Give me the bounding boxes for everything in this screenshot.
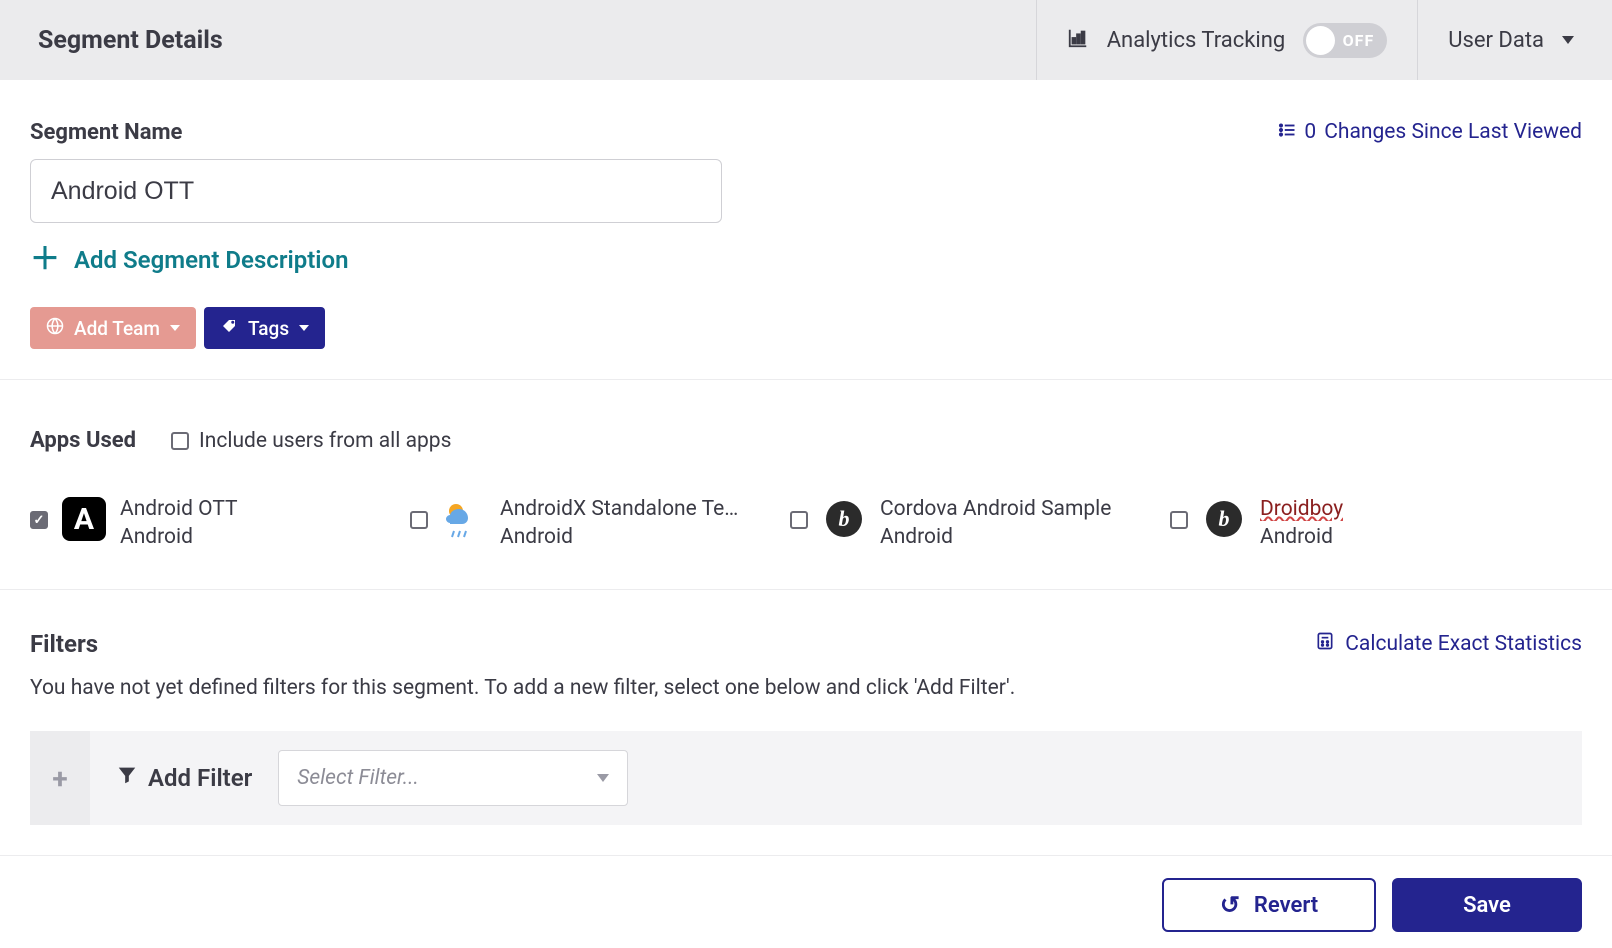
- changes-link[interactable]: 0 Changes Since Last Viewed: [1278, 120, 1582, 144]
- caret-down-icon: [597, 774, 609, 782]
- apps-title: Apps Used: [30, 428, 136, 453]
- tags-label: Tags: [248, 317, 289, 340]
- checkbox-icon: [410, 511, 428, 529]
- include-all-checkbox[interactable]: Include users from all apps: [171, 429, 451, 453]
- topbar: Segment Details Analytics Tracking OFF U…: [0, 0, 1612, 80]
- calculator-icon: [1315, 631, 1335, 657]
- filter-select[interactable]: Select Filter...: [278, 750, 628, 806]
- footer: ↺ Revert Save: [0, 856, 1612, 932]
- app-icon: [442, 497, 486, 541]
- add-filter-label: Add Filter: [116, 764, 252, 792]
- segment-name-section: Segment Name 0 Changes Since Last Viewed…: [0, 80, 1612, 380]
- app-name: Cordova Android Sample: [880, 497, 1111, 521]
- app-platform: Android: [880, 525, 1111, 549]
- user-data-label: User Data: [1448, 28, 1544, 53]
- include-all-label: Include users from all apps: [199, 429, 451, 453]
- tag-icon: [220, 317, 238, 340]
- globe-icon: [46, 317, 64, 340]
- app-item[interactable]: AndroidX Standalone Te… Android: [410, 497, 780, 549]
- chevron-down-icon: [1562, 36, 1574, 44]
- checkbox-icon: [790, 511, 808, 529]
- add-filter-plus-button[interactable]: +: [30, 731, 90, 825]
- svg-text:b: b: [1219, 506, 1230, 531]
- app-name: Droidboy: [1260, 497, 1343, 521]
- svg-text:b: b: [839, 506, 850, 531]
- add-team-label: Add Team: [74, 317, 160, 340]
- page-title: Segment Details: [38, 26, 223, 55]
- checkbox-icon: [171, 432, 189, 450]
- revert-label: Revert: [1254, 893, 1318, 918]
- calculate-stats-label: Calculate Exact Statistics: [1345, 632, 1582, 656]
- apps-section: Apps Used Include users from all apps A …: [0, 380, 1612, 590]
- caret-down-icon: [170, 325, 180, 331]
- analytics-toggle-group: Analytics Tracking OFF: [1036, 0, 1418, 80]
- app-icon: b: [822, 497, 866, 541]
- list-icon: [1278, 120, 1296, 144]
- chart-bar-icon: [1067, 27, 1089, 54]
- save-label: Save: [1463, 893, 1511, 918]
- app-icon: A: [62, 497, 106, 541]
- filters-section: Filters Calculate Exact Statistics You h…: [0, 590, 1612, 856]
- add-description-button[interactable]: ＋ Add Segment Description: [30, 245, 348, 275]
- checkbox-icon: [1170, 511, 1188, 529]
- filter-select-placeholder: Select Filter...: [297, 766, 419, 790]
- app-name: AndroidX Standalone Te…: [500, 497, 738, 521]
- app-platform: Android: [120, 525, 238, 549]
- app-name: Android OTT: [120, 497, 238, 521]
- add-team-dropdown[interactable]: Add Team: [30, 307, 196, 349]
- app-item[interactable]: b Droidboy Android: [1170, 497, 1540, 549]
- save-button[interactable]: Save: [1392, 878, 1582, 932]
- user-data-dropdown[interactable]: User Data: [1417, 0, 1574, 80]
- caret-down-icon: [299, 325, 309, 331]
- app-platform: Android: [500, 525, 738, 549]
- analytics-toggle[interactable]: OFF: [1303, 23, 1387, 58]
- funnel-icon: [116, 764, 138, 792]
- changes-count: 0: [1304, 120, 1316, 144]
- app-platform: Android: [1260, 525, 1343, 549]
- changes-text: Changes Since Last Viewed: [1324, 120, 1582, 144]
- app-item[interactable]: A Android OTT Android: [30, 497, 400, 549]
- filters-title: Filters: [30, 630, 98, 658]
- calculate-stats-link[interactable]: Calculate Exact Statistics: [1315, 631, 1582, 657]
- undo-icon: ↺: [1220, 891, 1240, 919]
- plus-icon: ＋: [30, 245, 60, 275]
- analytics-label: Analytics Tracking: [1107, 28, 1286, 53]
- toggle-knob: [1306, 26, 1335, 55]
- revert-button[interactable]: ↺ Revert: [1162, 878, 1376, 932]
- add-description-label: Add Segment Description: [74, 246, 348, 274]
- segment-name-input[interactable]: [30, 159, 722, 223]
- toggle-text: OFF: [1343, 31, 1375, 50]
- checkbox-icon: [30, 511, 48, 529]
- segment-name-label: Segment Name: [30, 120, 722, 145]
- app-icon: b: [1202, 497, 1246, 541]
- app-item[interactable]: b Cordova Android Sample Android: [790, 497, 1160, 549]
- filters-description: You have not yet defined filters for thi…: [30, 674, 1582, 703]
- tags-dropdown[interactable]: Tags: [204, 307, 325, 349]
- filter-bar: + Add Filter Select Filter...: [30, 731, 1582, 825]
